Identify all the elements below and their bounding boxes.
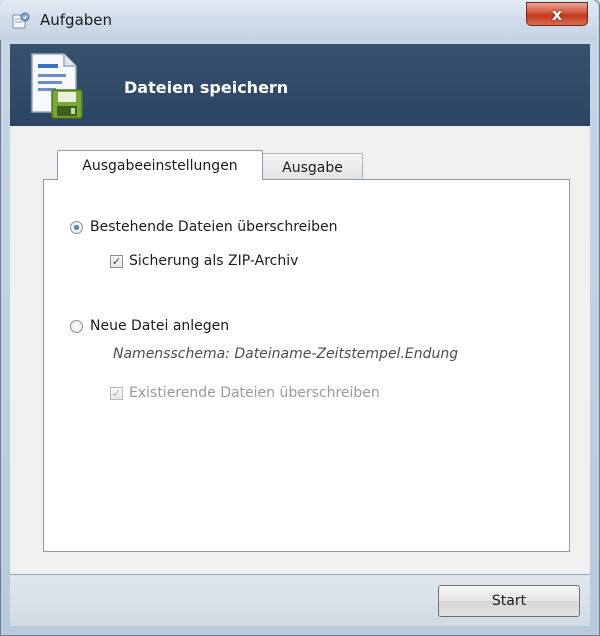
checkbox-overwrite-existing-disabled[interactable]: ✓ Existierende Dateien überschreiben: [110, 385, 380, 401]
naming-scheme-text: Namensschema: Dateiname-Zeitstempel.Endu…: [113, 346, 459, 362]
radio-label: Neue Datei anlegen: [90, 318, 230, 334]
save-file-icon: [31, 53, 83, 119]
radio-button-checked[interactable]: [70, 220, 83, 234]
start-button[interactable]: Start: [438, 585, 580, 617]
checkbox-checked[interactable]: ✓: [110, 254, 123, 268]
tab-label: Ausgabe: [282, 159, 343, 176]
banner-title: Dateien speichern: [124, 78, 289, 97]
tab-ausgabe[interactable]: Ausgabe: [263, 153, 363, 181]
header-banner: [10, 44, 590, 126]
checkbox-label: Existierende Dateien überschreiben: [129, 385, 380, 401]
close-button[interactable]: x: [526, 2, 588, 26]
tab-label: Ausgabeeinstellungen: [82, 157, 238, 174]
checkbox-checked-disabled[interactable]: ✓: [110, 386, 123, 400]
checkbox-label: Sicherung als ZIP-Archiv: [129, 253, 299, 269]
radio-button-unchecked[interactable]: [70, 319, 83, 333]
close-icon: x: [551, 4, 563, 24]
radio-label: Bestehende Dateien überschreiben: [90, 219, 338, 235]
start-button-label: Start: [491, 593, 527, 609]
checkmark-icon: ✓: [111, 386, 122, 400]
radio-new-file[interactable]: Neue Datei anlegen: [70, 318, 229, 334]
checkbox-zip-backup[interactable]: ✓ Sicherung als ZIP-Archiv: [110, 253, 298, 269]
tab-ausgabeeinstellungen[interactable]: Ausgabeeinstellungen: [57, 150, 263, 180]
checkmark-icon: ✓: [111, 254, 122, 268]
window-title: Aufgaben: [40, 11, 113, 29]
radio-overwrite-existing[interactable]: Bestehende Dateien überschreiben: [70, 219, 338, 235]
tasks-app-icon: [12, 12, 30, 29]
